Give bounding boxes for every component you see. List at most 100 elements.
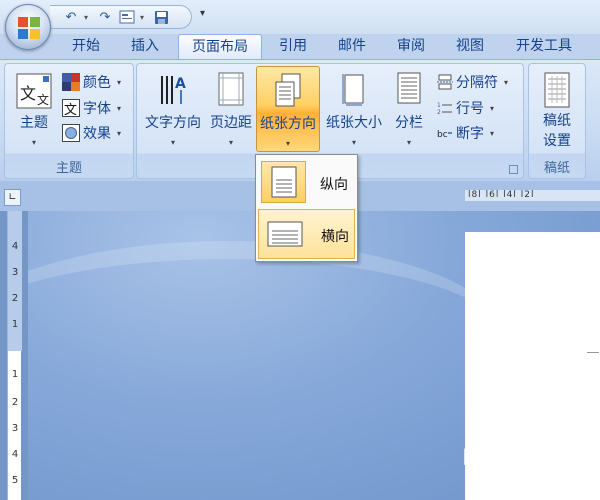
save-icon[interactable]	[152, 8, 170, 26]
fonts-label: 字体	[83, 101, 111, 117]
fonts-dropdown-icon: ▾	[117, 103, 122, 113]
tab-mailings[interactable]: 邮件	[323, 34, 381, 60]
themes-arrow-icon: ▾	[31, 138, 36, 147]
line-numbers-button[interactable]: 12 行号 ▾	[437, 96, 494, 120]
vertical-ruler-number: 1	[11, 369, 19, 380]
title-bar: ↶ ▾ ↷ ▾ ▾	[0, 0, 600, 50]
vertical-ruler-number: 2	[11, 293, 19, 304]
format-icon[interactable]	[118, 8, 136, 26]
breaks-button[interactable]: 分隔符 ▾	[437, 70, 508, 94]
svg-text:bc: bc	[437, 130, 448, 140]
undo-dropdown-icon[interactable]: ▾	[84, 13, 92, 22]
vertical-ruler-margin	[8, 211, 22, 351]
theme-group: 文 文 主题 ▾ 颜色 ▾ 文 字体 ▾ 效果 ▾ 主题	[4, 63, 134, 179]
vertical-ruler-number: 5	[11, 475, 19, 486]
background-swoosh	[28, 241, 508, 441]
margins-arrow-icon: ▾	[228, 138, 233, 147]
breaks-dropdown-icon: ▾	[504, 77, 509, 87]
line-numbers-dropdown-icon: ▾	[490, 103, 495, 113]
svg-text:1: 1	[437, 102, 441, 109]
tab-references[interactable]: 引用	[264, 34, 322, 60]
orientation-icon	[275, 73, 301, 107]
text-direction-icon: A	[161, 76, 186, 104]
margin-mark	[587, 352, 599, 353]
svg-text:文: 文	[64, 103, 77, 117]
landscape-icon	[267, 221, 302, 247]
manuscript-group: 稿纸 设置 稿纸	[528, 63, 586, 179]
baidu-watermark: Baidu 经验	[462, 446, 585, 471]
customize-qat-icon[interactable]: ▾	[200, 8, 205, 19]
manuscript-icon	[544, 72, 570, 108]
themes-button[interactable]: 文 文 主题 ▾	[8, 66, 60, 152]
tab-page-layout[interactable]: 页面布局	[178, 34, 262, 60]
effects-button[interactable]: 效果 ▾	[62, 121, 121, 145]
effects-label: 效果	[83, 126, 111, 142]
colors-label: 颜色	[83, 75, 111, 91]
quick-access-toolbar: ↶ ▾ ↷ ▾	[50, 5, 192, 29]
office-button[interactable]	[5, 4, 51, 50]
redo-icon[interactable]: ↷	[96, 8, 114, 26]
tab-view[interactable]: 视图	[441, 34, 499, 60]
manuscript-group-label: 稿纸	[543, 161, 570, 176]
format-dropdown-icon[interactable]: ▾	[140, 13, 148, 22]
ribbon-tabs: 开始 插入 页面布局 引用 邮件 审阅 视图 开发工具	[0, 34, 600, 60]
columns-label: 分栏	[395, 115, 423, 131]
breaks-icon	[437, 74, 453, 90]
tab-developer[interactable]: 开发工具	[502, 34, 586, 60]
size-label: 纸张大小	[326, 115, 382, 131]
landscape-label: 横向	[321, 229, 349, 245]
tab-review[interactable]: 审阅	[382, 34, 440, 60]
fonts-button[interactable]: 文 字体 ▾	[62, 96, 121, 120]
portrait-icon	[271, 166, 296, 198]
theme-group-label: 主题	[55, 161, 82, 176]
undo-icon[interactable]: ↶	[62, 8, 80, 26]
columns-button[interactable]: 分栏 ▾	[387, 66, 431, 152]
line-numbers-label: 行号	[456, 101, 484, 117]
svg-text:A: A	[175, 76, 186, 92]
svg-text:文: 文	[37, 92, 49, 107]
manuscript-setup-button[interactable]: 稿纸 设置	[531, 66, 583, 152]
margins-button[interactable]: 页边距 ▾	[207, 66, 255, 152]
orientation-arrow-icon: ▾	[285, 139, 290, 148]
text-direction-button[interactable]: A 文字方向 ▾	[140, 66, 206, 152]
vertical-ruler-number: 4	[11, 449, 19, 460]
svg-text:2: 2	[437, 109, 441, 116]
text-direction-label: 文字方向	[145, 115, 201, 131]
orientation-button[interactable]: 纸张方向 ▾	[256, 66, 320, 152]
tab-home[interactable]: 开始	[57, 34, 115, 60]
columns-arrow-icon: ▾	[406, 138, 411, 147]
themes-label: 主题	[20, 115, 48, 131]
effects-dropdown-icon: ▾	[117, 128, 122, 138]
horizontal-ruler[interactable]: l8l l6l l4l l2l	[465, 190, 600, 201]
landscape-icon-box	[262, 213, 307, 255]
hyphenation-label: 断字	[456, 126, 484, 142]
line-numbers-icon: 12	[437, 102, 452, 116]
hyphenation-icon: bc	[437, 130, 452, 140]
tab-selector-icon[interactable]: ∟	[4, 189, 21, 206]
tab-insert[interactable]: 插入	[115, 34, 175, 60]
hyphenation-button[interactable]: bc 断字 ▾	[437, 121, 494, 145]
orientation-portrait-item[interactable]: 纵向	[258, 158, 355, 208]
breaks-label: 分隔符	[456, 75, 498, 91]
margins-icon	[218, 72, 244, 106]
size-icon	[342, 74, 364, 106]
portrait-label: 纵向	[320, 177, 348, 193]
orientation-landscape-item[interactable]: 横向	[258, 209, 355, 259]
columns-icon	[397, 72, 421, 104]
page-setup-launcher-icon[interactable]	[509, 165, 518, 174]
vertical-ruler-number: 3	[11, 267, 19, 278]
effects-icon	[62, 124, 80, 142]
margins-label: 页边距	[210, 115, 252, 131]
colors-button[interactable]: 颜色 ▾	[62, 70, 121, 94]
orientation-menu: 纵向 横向	[255, 154, 358, 262]
hyphenation-dropdown-icon: ▾	[490, 128, 495, 138]
vertical-ruler-number: 4	[11, 241, 19, 252]
size-arrow-icon: ▾	[351, 138, 356, 147]
text-direction-arrow-icon: ▾	[170, 138, 175, 147]
manuscript-label-line1: 稿纸	[543, 113, 571, 129]
vertical-ruler-number: 2	[11, 397, 19, 408]
vertical-ruler[interactable]: 4 3 2 1 1 2 3 4 5	[7, 211, 22, 500]
colors-icon	[62, 73, 80, 91]
fonts-icon: 文	[62, 99, 80, 117]
size-button[interactable]: 纸张大小 ▾	[322, 66, 386, 152]
